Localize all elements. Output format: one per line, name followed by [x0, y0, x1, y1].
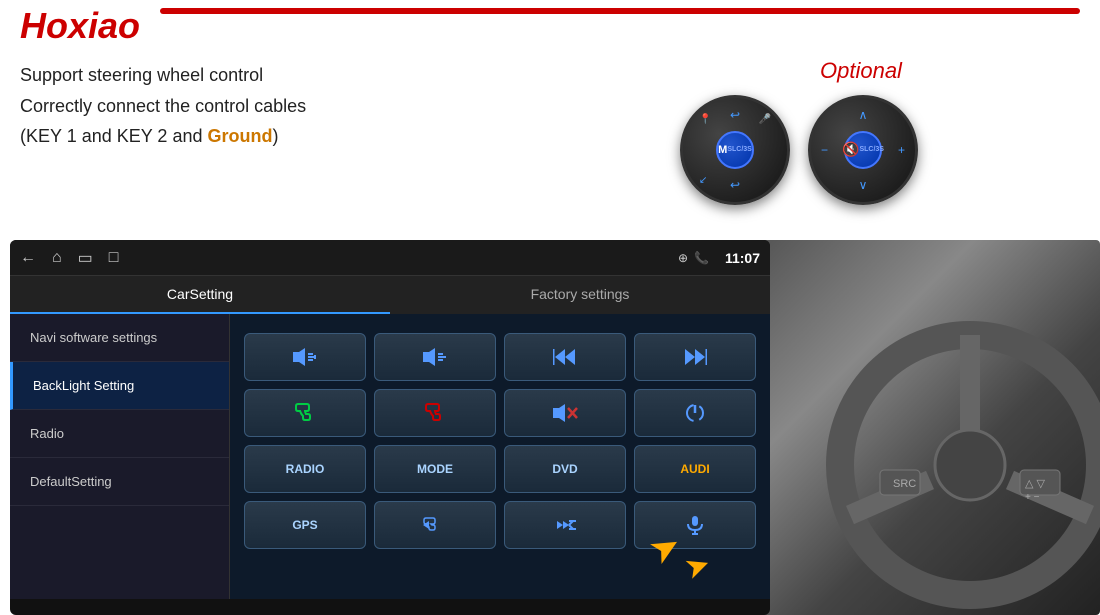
- svg-text:+ −: + −: [1025, 492, 1040, 503]
- svg-text:SRC: SRC: [893, 478, 916, 490]
- btn-next-mix[interactable]: [504, 501, 626, 549]
- ctrl1-down-icon: ↙: [699, 175, 707, 186]
- menu-item-backlight[interactable]: BackLight Setting: [10, 362, 229, 410]
- btn-radio[interactable]: RADIO: [244, 445, 366, 493]
- ctrl2-plus-icon: +: [898, 143, 905, 157]
- window-nav-icon[interactable]: □: [109, 249, 119, 267]
- ctrl1-map-icon: 📍: [699, 114, 711, 125]
- status-time: 11:07: [725, 250, 760, 266]
- settings-content: Navi software settings BackLight Setting…: [10, 314, 770, 599]
- tab-factory-settings[interactable]: Factory settings: [390, 276, 770, 314]
- control-button-grid: RADIO MODE DVD AUDI GPS: [244, 333, 756, 549]
- settings-tabs: CarSetting Factory settings: [10, 276, 770, 314]
- feature-description: Support steering wheel control Correctly…: [20, 60, 440, 152]
- btn-power[interactable]: [634, 389, 756, 437]
- menu-item-radio[interactable]: Radio: [10, 410, 229, 458]
- btn-prev-track[interactable]: [504, 333, 626, 381]
- back-nav-icon[interactable]: ←: [20, 249, 36, 267]
- home-nav-icon[interactable]: ⌂: [52, 249, 62, 267]
- ctrl1-center-btn: M SLC/3S: [716, 131, 754, 169]
- btn-call-answer[interactable]: [244, 389, 366, 437]
- feature-line-1: Support steering wheel control: [20, 60, 440, 91]
- yellow-arrow-2: ➤: [680, 546, 716, 587]
- ctrl2-center-btn: 🔇 SLC/3S: [844, 131, 882, 169]
- tab-car-setting[interactable]: CarSetting: [10, 276, 390, 314]
- btn-mode[interactable]: MODE: [374, 445, 496, 493]
- ctrl2-minus-icon: −: [821, 143, 828, 157]
- btn-prev-call[interactable]: [374, 501, 496, 549]
- menu-item-default[interactable]: DefaultSetting: [10, 458, 229, 506]
- top-bar: [160, 8, 1080, 14]
- android-nav-bar: ← ⌂ ▭ □ ⊕ 📞 11:07: [10, 240, 770, 276]
- ctrl2-up-icon: ∧: [859, 108, 868, 122]
- steering-controllers: ↩ 📍 🎤 M SLC/3S ↙ ↩ ∧ − 🔇 SLC/3S + ∨: [680, 95, 918, 205]
- optional-label: Optional: [820, 58, 902, 84]
- svg-text:△ ▽: △ ▽: [1025, 478, 1046, 490]
- ctrl1-back-icon: ↩: [730, 108, 740, 122]
- recents-nav-icon[interactable]: ▭: [78, 248, 93, 268]
- btn-dvd[interactable]: DVD: [504, 445, 626, 493]
- controller-1: ↩ 📍 🎤 M SLC/3S ↙ ↩: [680, 95, 790, 205]
- steering-wheel-svg: SRC △ ▽ + −: [820, 315, 1100, 615]
- feature-line-2: Correctly connect the control cables: [20, 91, 440, 122]
- btn-vol-down[interactable]: [374, 333, 496, 381]
- feature-line-3: (KEY 1 and KEY 2 and Ground): [20, 121, 440, 152]
- btn-vol-up[interactable]: [244, 333, 366, 381]
- settings-menu: Navi software settings BackLight Setting…: [10, 314, 230, 599]
- ctrl1-mic-icon: 🎤: [759, 114, 771, 125]
- brand-logo: Hoxiao: [20, 5, 140, 47]
- btn-mute[interactable]: [504, 389, 626, 437]
- settings-buttons-area: RADIO MODE DVD AUDI GPS ➤ ➤: [230, 314, 770, 599]
- btn-next-track[interactable]: [634, 333, 756, 381]
- gps-status-icon: ⊕: [678, 251, 688, 265]
- menu-item-navi[interactable]: Navi software settings: [10, 314, 229, 362]
- btn-call-end[interactable]: [374, 389, 496, 437]
- phone-status-icon: 📞: [694, 251, 709, 265]
- ctrl2-down-icon: ∨: [859, 178, 868, 192]
- steering-wheel-area: SRC △ ▽ + −: [760, 240, 1100, 615]
- btn-gps[interactable]: GPS: [244, 501, 366, 549]
- controller-2: ∧ − 🔇 SLC/3S + ∨: [808, 95, 918, 205]
- status-icons: ⊕ 📞: [678, 251, 709, 265]
- btn-audio[interactable]: AUDI: [634, 445, 756, 493]
- car-head-unit-screen: ← ⌂ ▭ □ ⊕ 📞 11:07 CarSetting Factory set…: [10, 240, 770, 615]
- ctrl1-bottom-icon: ↩: [730, 178, 740, 192]
